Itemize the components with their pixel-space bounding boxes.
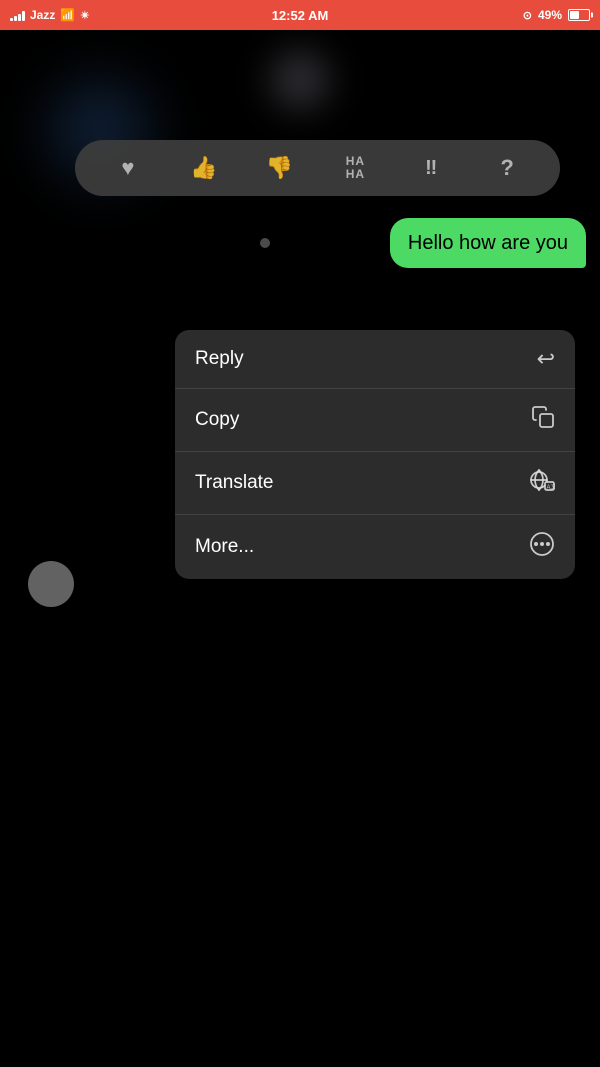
context-menu: Reply ↩ Copy Translate A文 More...	[175, 330, 575, 579]
message-bubble: Hello how are you	[390, 218, 586, 268]
wifi-icon: 📶	[60, 8, 75, 22]
more-icon	[529, 531, 555, 563]
haha-icon: HAHA	[346, 155, 365, 181]
heart-icon: ♥	[121, 155, 134, 181]
heart-reaction[interactable]: ♥	[110, 150, 146, 186]
status-bar: Jazz 📶 ✴ 12:52 AM ⊙ 49%	[0, 0, 600, 30]
thumbsup-reaction[interactable]: 👍	[186, 150, 222, 186]
translate-label: Translate	[195, 472, 274, 494]
translate-menu-item[interactable]: Translate A文	[175, 452, 575, 515]
copy-menu-item[interactable]: Copy	[175, 389, 575, 452]
exclamation-icon: ‼	[425, 157, 437, 180]
status-time: 12:52 AM	[272, 8, 329, 23]
haha-reaction[interactable]: HAHA	[337, 150, 373, 186]
status-right: ⊙ 49%	[523, 8, 590, 22]
signal-bar-1	[10, 18, 13, 21]
reply-icon: ↩	[537, 346, 555, 372]
reply-menu-item[interactable]: Reply ↩	[175, 330, 575, 389]
more-menu-item[interactable]: More...	[175, 515, 575, 579]
question-icon: ?	[500, 155, 513, 181]
svg-text:A文: A文	[547, 483, 556, 491]
copy-icon	[531, 405, 555, 435]
signal-bar-3	[18, 14, 21, 21]
question-reaction[interactable]: ?	[489, 150, 525, 186]
thumbsup-icon: 👍	[190, 155, 217, 181]
exclamation-reaction[interactable]: ‼	[413, 150, 449, 186]
reply-label: Reply	[195, 348, 244, 370]
thumbsdown-icon: 👎	[266, 155, 293, 181]
more-label: More...	[195, 536, 254, 558]
location-icon: ✴	[80, 9, 89, 22]
signal-bar-4	[22, 11, 25, 21]
translate-icon: A文	[529, 468, 555, 498]
message-text: Hello how are you	[408, 232, 568, 254]
thumbsdown-reaction[interactable]: 👎	[262, 150, 298, 186]
battery-icon	[568, 9, 590, 21]
status-left: Jazz 📶 ✴	[10, 8, 90, 22]
reaction-bar: ♥ 👍 👎 HAHA ‼ ?	[75, 140, 560, 196]
battery-fill	[570, 11, 579, 19]
copy-label: Copy	[195, 409, 239, 431]
back-button[interactable]	[28, 561, 74, 607]
signal-bar-2	[14, 16, 17, 21]
battery-percent: 49%	[538, 8, 562, 22]
indicator-dot	[260, 238, 270, 248]
record-icon: ⊙	[523, 9, 532, 22]
carrier-label: Jazz	[30, 8, 55, 22]
signal-bars	[10, 9, 25, 21]
bg-blur-center	[250, 40, 350, 120]
